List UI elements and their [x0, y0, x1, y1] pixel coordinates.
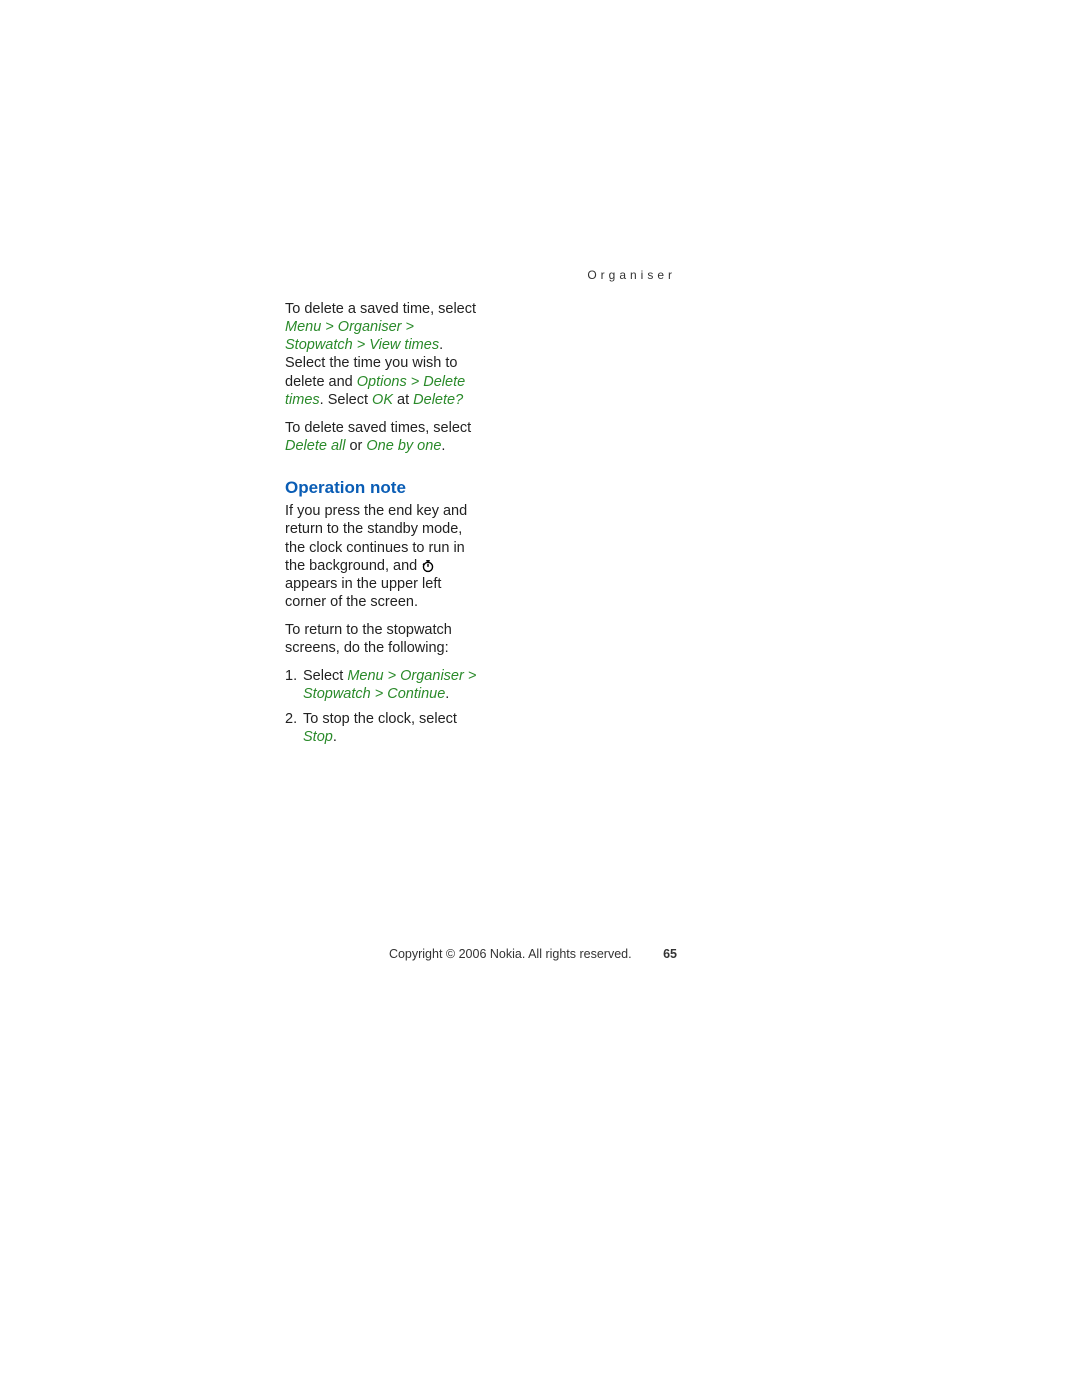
stopwatch-icon — [421, 559, 435, 573]
text: To delete a saved time, select — [285, 301, 476, 317]
text: . — [333, 729, 337, 745]
text: Select — [303, 668, 347, 684]
action-stop: Stop — [303, 729, 333, 745]
text: appears in the upper left corner of the … — [285, 576, 441, 610]
paragraph-delete-saved-times: To delete saved times, select Delete all… — [285, 419, 485, 455]
list-number: 2. — [285, 710, 297, 728]
prompt-delete: Delete? — [413, 392, 463, 408]
nav-path: Menu > Organiser > Stopwatch > View time… — [285, 319, 439, 353]
text: To stop the clock, select — [303, 711, 457, 727]
text: . — [445, 686, 449, 702]
text: or — [345, 438, 366, 454]
option-one-by-one: One by one — [366, 438, 441, 454]
list-item: 2. To stop the clock, select Stop. — [285, 710, 485, 746]
page-header-section: Organiser — [587, 268, 676, 282]
page-content: To delete a saved time, select Menu > Or… — [285, 300, 485, 752]
text: at — [393, 392, 413, 408]
page-footer: Copyright © 2006 Nokia. All rights reser… — [285, 947, 677, 961]
copyright-text: Copyright © 2006 Nokia. All rights reser… — [389, 947, 632, 961]
text: If you press the end key and return to t… — [285, 503, 467, 573]
option-delete-all: Delete all — [285, 438, 345, 454]
paragraph-delete-saved-time: To delete a saved time, select Menu > Or… — [285, 300, 485, 409]
page-number: 65 — [663, 947, 677, 961]
text: . Select — [320, 392, 372, 408]
list-number: 1. — [285, 667, 297, 685]
paragraph-operation-note: If you press the end key and return to t… — [285, 502, 485, 611]
instruction-list: 1. Select Menu > Organiser > Stopwatch >… — [285, 667, 485, 746]
text: To delete saved times, select — [285, 420, 471, 436]
paragraph-return-instructions: To return to the stopwatch screens, do t… — [285, 621, 485, 657]
action-ok: OK — [372, 392, 393, 408]
list-item: 1. Select Menu > Organiser > Stopwatch >… — [285, 667, 485, 703]
text: . — [441, 438, 445, 454]
heading-operation-note: Operation note — [285, 477, 485, 498]
